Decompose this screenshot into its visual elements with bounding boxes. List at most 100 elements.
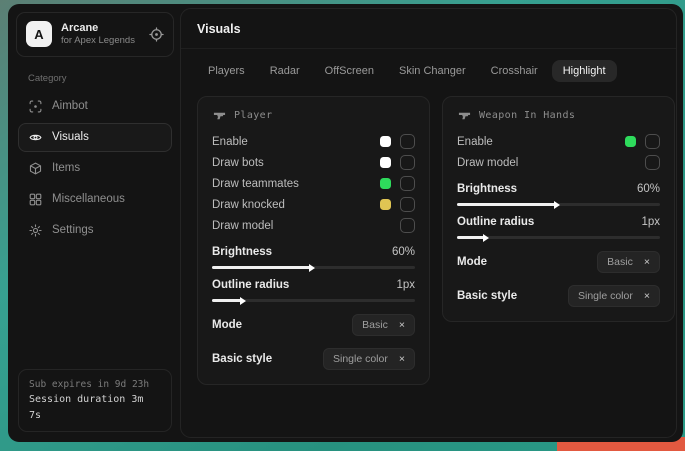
app-window: A Arcane for Apex Legends Category Aimbo… <box>8 4 683 442</box>
tab-skin-changer[interactable]: Skin Changer <box>388 60 477 82</box>
slider-fill <box>212 299 242 302</box>
slider-thumb[interactable] <box>554 201 560 209</box>
slider-label: Brightness <box>457 183 517 195</box>
sub-expiry-text: Sub expires in 9d 23h <box>29 377 161 392</box>
sidebar-item-visuals[interactable]: Visuals <box>18 123 172 152</box>
color-swatch[interactable] <box>625 136 636 147</box>
app-subtitle: for Apex Legends <box>61 35 135 47</box>
scope-icon[interactable] <box>149 27 164 42</box>
page-title: Visuals <box>197 22 660 36</box>
slider-head: Brightness60% <box>212 246 415 258</box>
slider-thumb[interactable] <box>240 297 246 305</box>
category-label: Category <box>28 73 176 84</box>
toggle-label: Draw model <box>457 157 645 169</box>
color-swatch[interactable] <box>380 136 391 147</box>
sidebar-item-label: Miscellaneous <box>52 193 125 205</box>
toggle-row-enable: Enable <box>457 131 660 152</box>
slider-track[interactable] <box>212 266 415 269</box>
panel-header: Weapon In Hands <box>457 108 660 122</box>
panel-title: Weapon In Hands <box>479 110 575 121</box>
tab-highlight[interactable]: Highlight <box>552 60 617 82</box>
sidebar-item-label: Settings <box>52 224 94 236</box>
sidebar-item-label: Items <box>52 162 80 174</box>
tag-label: Mode <box>212 319 242 331</box>
brand-card: A Arcane for Apex Legends <box>16 12 174 57</box>
remove-tag-icon[interactable]: × <box>399 320 405 331</box>
toggle-label: Draw knocked <box>212 199 380 211</box>
tag-text: Basic <box>607 256 633 268</box>
brand-text: Arcane for Apex Legends <box>61 21 135 48</box>
slider-thumb[interactable] <box>309 264 315 272</box>
sidebar-item-label: Visuals <box>52 131 89 143</box>
tab-radar[interactable]: Radar <box>259 60 311 82</box>
tag-text: Single color <box>333 353 388 365</box>
slider-label: Outline radius <box>457 216 534 228</box>
checkbox[interactable] <box>400 218 415 233</box>
toggle-label: Draw bots <box>212 157 380 169</box>
toggle-row-draw-bots: Draw bots <box>212 152 415 173</box>
tag-pill-basic[interactable]: Basic × <box>597 251 660 273</box>
slider-track[interactable] <box>457 203 660 206</box>
tab-players[interactable]: Players <box>197 60 256 82</box>
toggle-label: Draw teammates <box>212 178 380 190</box>
sidebar-item-label: Aimbot <box>52 100 88 112</box>
tag-label: Basic style <box>457 290 517 302</box>
eye-icon <box>28 130 42 144</box>
tab-offscreen[interactable]: OffScreen <box>314 60 385 82</box>
slider-value: 1px <box>641 216 660 228</box>
tag-row-basic-style: Basic style Single color× <box>457 285 660 307</box>
gear-icon <box>28 223 42 237</box>
slider-head: Outline radius1px <box>212 279 415 291</box>
app-name: Arcane <box>61 21 135 35</box>
toggle-label: Enable <box>212 136 380 148</box>
panel-weapon-in-hands: Weapon In Hands Enable Draw model Brightnes… <box>442 96 675 322</box>
checkbox[interactable] <box>645 155 660 170</box>
app-logo: A <box>26 21 52 47</box>
sidebar-item-settings[interactable]: Settings <box>18 216 172 245</box>
tag-text: Basic <box>362 319 388 331</box>
slider-label: Brightness <box>212 246 272 258</box>
checkbox[interactable] <box>400 155 415 170</box>
gun-icon <box>457 108 471 122</box>
toggle-row-draw-model: Draw model <box>212 215 415 236</box>
main-content: Visuals PlayersRadarOffScreenSkin Change… <box>180 8 677 438</box>
tag-row-basic-style: Basic styleSingle color× <box>212 348 415 370</box>
box-icon <box>28 161 42 175</box>
slider-thumb[interactable] <box>483 234 489 242</box>
slider-head: Outline radius 1px <box>457 216 660 228</box>
tag-pill-single-color[interactable]: Single color × <box>323 348 415 370</box>
remove-tag-icon[interactable]: × <box>644 291 650 302</box>
crosshair-icon <box>28 99 42 113</box>
sidebar-item-miscellaneous[interactable]: Miscellaneous <box>18 185 172 214</box>
checkbox[interactable] <box>400 197 415 212</box>
slider-track[interactable] <box>212 299 415 302</box>
panel-player: PlayerEnableDraw botsDraw teammatesDraw … <box>197 96 430 385</box>
tag-pill-basic[interactable]: Basic × <box>352 314 415 336</box>
tag-label: Mode <box>457 256 487 268</box>
checkbox[interactable] <box>400 134 415 149</box>
slider-outline-radius: Outline radius 1px <box>457 216 660 239</box>
toggle-label: Draw model <box>212 220 400 232</box>
tag-pill-single-color[interactable]: Single color× <box>568 285 660 307</box>
slider-track[interactable] <box>457 236 660 239</box>
color-swatch[interactable] <box>380 199 391 210</box>
sidebar-item-aimbot[interactable]: Aimbot <box>18 92 172 121</box>
remove-tag-icon[interactable]: × <box>644 257 650 268</box>
color-swatch[interactable] <box>380 157 391 168</box>
toggle-row-draw-teammates: Draw teammates <box>212 173 415 194</box>
slider-value: 1px <box>396 279 415 291</box>
remove-tag-icon[interactable]: × <box>399 354 405 365</box>
checkbox[interactable] <box>645 134 660 149</box>
color-swatch[interactable] <box>380 178 391 189</box>
slider-fill <box>212 266 311 269</box>
slider-value: 60% <box>637 183 660 195</box>
toggle-row-draw-knocked: Draw knocked <box>212 194 415 215</box>
slider-fill <box>457 236 485 239</box>
tab-bar: PlayersRadarOffScreenSkin ChangerCrossha… <box>197 60 660 82</box>
slider-head: Brightness 60% <box>457 183 660 195</box>
sidebar-item-items[interactable]: Items <box>18 154 172 183</box>
toggle-row-draw-model: Draw model <box>457 152 660 173</box>
tab-crosshair[interactable]: Crosshair <box>480 60 549 82</box>
session-duration-text: Session duration 3m 7s <box>29 392 161 424</box>
checkbox[interactable] <box>400 176 415 191</box>
